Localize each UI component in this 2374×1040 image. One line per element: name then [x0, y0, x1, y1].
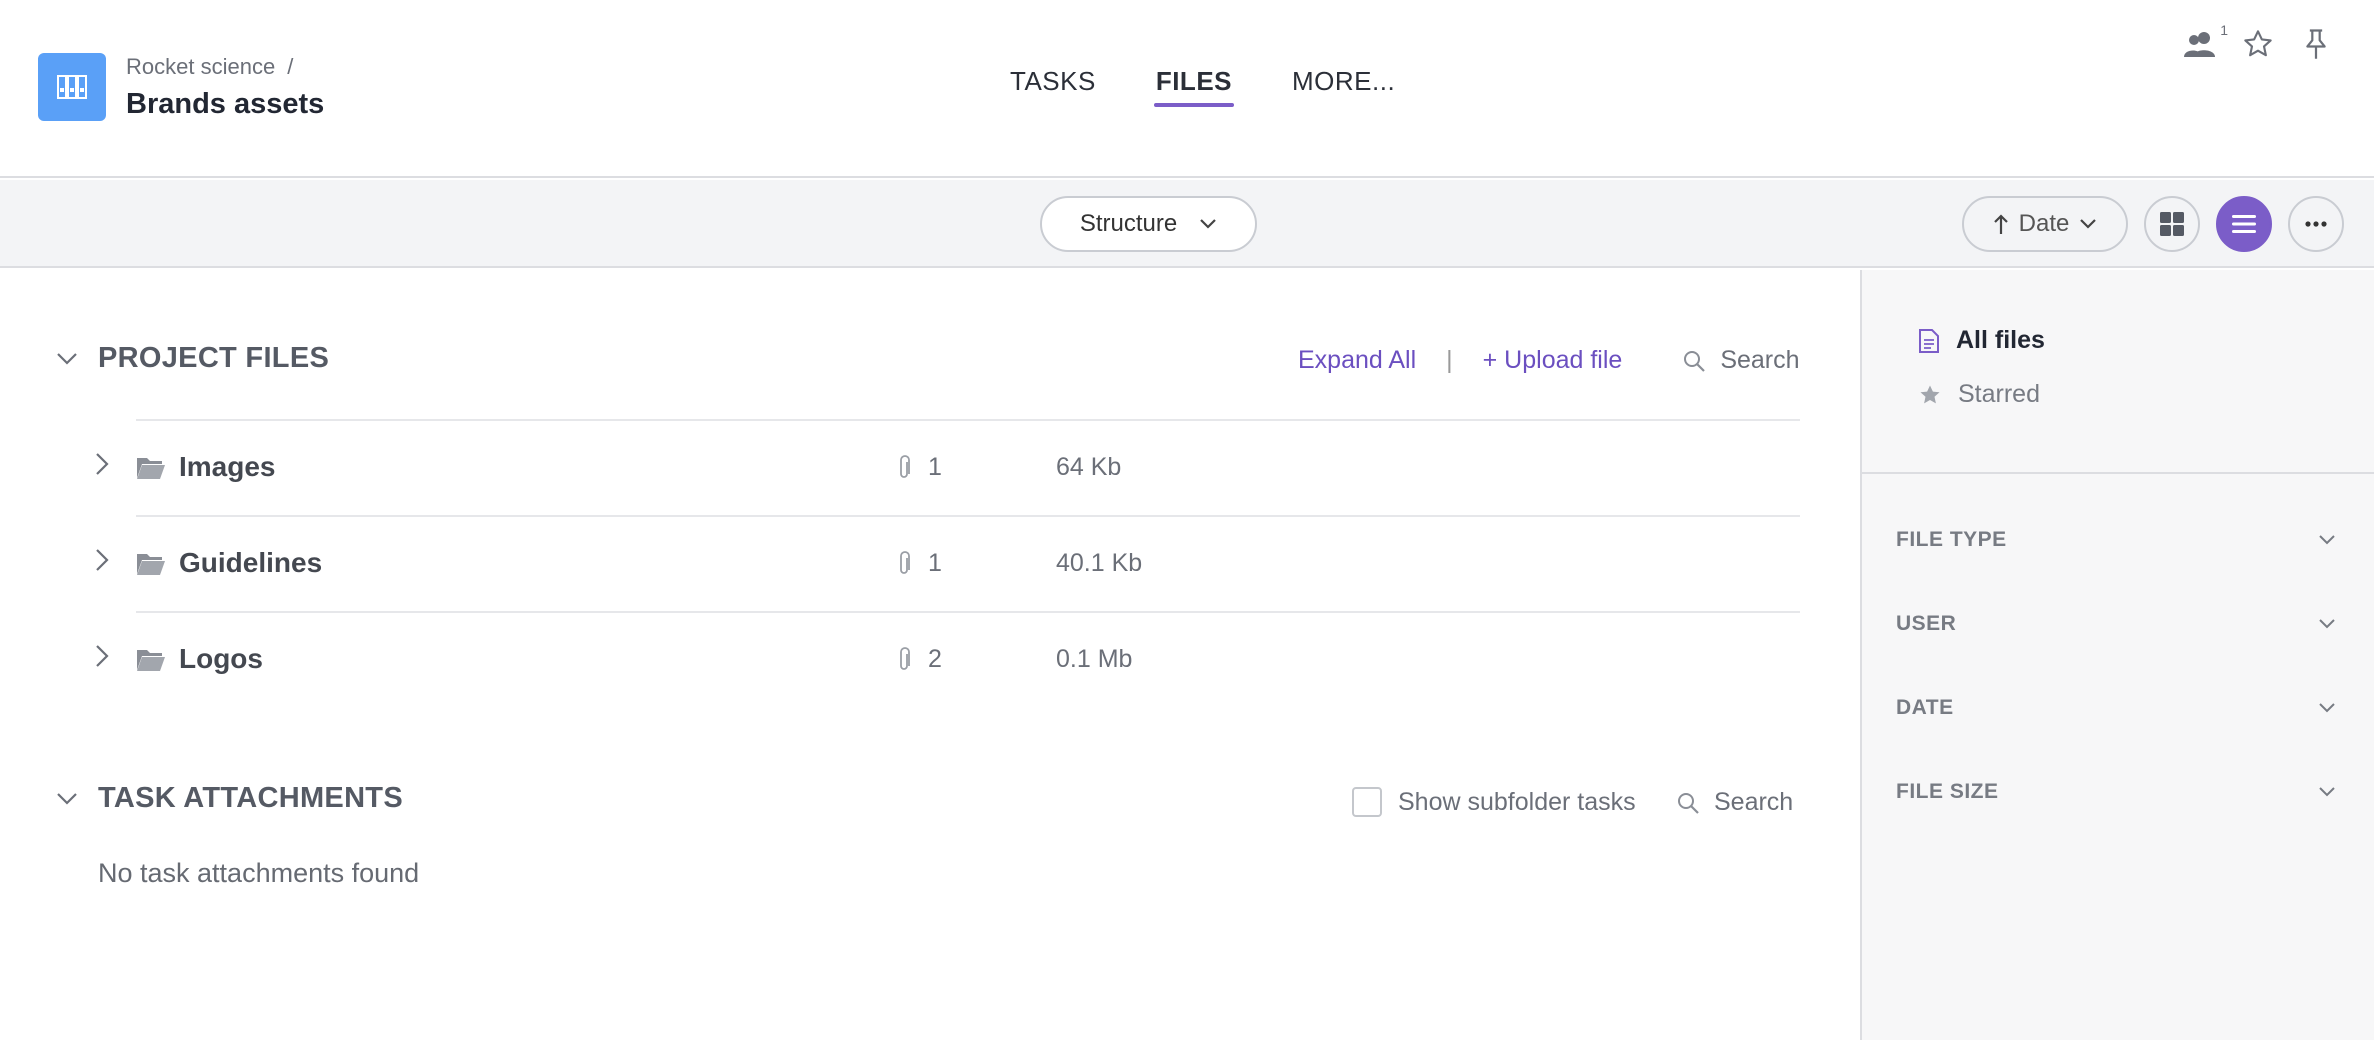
- show-subfolder-label: Show subfolder tasks: [1398, 787, 1636, 816]
- tab-more[interactable]: MORE...: [1292, 66, 1395, 107]
- list-icon: [2232, 215, 2256, 233]
- arrow-up-icon: [1993, 214, 2008, 234]
- binders-icon: [57, 75, 87, 99]
- chevron-right-icon[interactable]: [94, 547, 110, 573]
- all-files-item[interactable]: All files: [1918, 326, 2045, 355]
- chevron-down-icon: [2319, 787, 2335, 797]
- chevron-down-icon: [2319, 703, 2335, 713]
- filter-date[interactable]: DATE: [1896, 696, 2336, 720]
- pin-button[interactable]: [2298, 26, 2334, 62]
- breadcrumb-separator: /: [287, 54, 294, 79]
- filter-label: FILE TYPE: [1896, 528, 2007, 551]
- tab-files[interactable]: FILES: [1153, 66, 1235, 107]
- folder-open-icon: [137, 554, 165, 575]
- header: Rocket science / Brands assets TASKS FIL…: [0, 0, 2374, 178]
- starred-item[interactable]: Starred: [1918, 380, 2040, 409]
- tab-tasks[interactable]: TASKS: [1010, 66, 1096, 107]
- chevron-down-icon: [2319, 535, 2335, 545]
- grid-icon: [2160, 212, 2184, 236]
- filter-label: USER: [1896, 612, 1957, 635]
- task-attachments-title: TASK ATTACHMENTS: [98, 782, 403, 814]
- ellipsis-icon: [2305, 221, 2327, 227]
- folder-open-icon: [137, 458, 165, 479]
- filter-file-type[interactable]: FILE TYPE: [1896, 528, 2336, 552]
- show-subfolder-toggle[interactable]: Show subfolder tasks: [1352, 787, 1636, 817]
- project-files-title: PROJECT FILES: [98, 342, 330, 374]
- search-label: Search: [1714, 788, 1794, 816]
- project-files-header[interactable]: PROJECT FILES: [56, 342, 329, 375]
- chevron-right-icon[interactable]: [94, 643, 110, 669]
- sort-label: Date: [2018, 210, 2070, 237]
- more-options-button[interactable]: [2288, 196, 2344, 252]
- project-icon[interactable]: [38, 53, 106, 121]
- star-outline-icon: [2244, 30, 2272, 57]
- paperclip-icon: [900, 455, 910, 478]
- chevron-right-icon[interactable]: [94, 451, 110, 477]
- attachment-count: 1: [928, 549, 942, 577]
- document-icon: [1919, 328, 1939, 353]
- page-title: Brands assets: [126, 88, 325, 120]
- chevron-down-icon: [1200, 219, 1216, 229]
- structure-label: Structure: [1079, 210, 1178, 237]
- folder-name[interactable]: Guidelines: [179, 547, 322, 579]
- tab-bar: TASKS FILES MORE...: [1010, 66, 1395, 107]
- sort-dropdown[interactable]: Date: [1962, 196, 2128, 252]
- folder-size: 0.1 Mb: [1056, 645, 1133, 673]
- folder-row-guidelines[interactable]: Guidelines 1 40.1 Kb: [96, 515, 1800, 611]
- chevron-down-icon: [57, 792, 77, 805]
- folder-size: 40.1 Kb: [1056, 549, 1143, 577]
- filter-label: DATE: [1896, 696, 1954, 719]
- members-button[interactable]: 1: [2182, 22, 2228, 62]
- actions-separator: |: [1446, 346, 1453, 374]
- members-count: 1: [2220, 22, 2228, 38]
- expand-all-link[interactable]: Expand All: [1298, 346, 1416, 375]
- empty-attachments-message: No task attachments found: [98, 858, 420, 888]
- task-attachments-header[interactable]: TASK ATTACHMENTS: [56, 782, 403, 815]
- search-label: Search: [1720, 346, 1800, 374]
- star-icon: [1920, 385, 1940, 403]
- folder-name[interactable]: Images: [179, 451, 276, 483]
- paperclip-icon: [900, 647, 910, 670]
- folder-row-logos[interactable]: Logos 2 0.1 Mb: [96, 611, 1800, 707]
- upload-file-link[interactable]: + Upload file: [1483, 346, 1623, 375]
- pin-icon: [2306, 29, 2326, 59]
- members-icon: [2184, 32, 2215, 57]
- paperclip-icon: [900, 551, 910, 574]
- show-subfolder-checkbox[interactable]: [1352, 787, 1382, 817]
- folder-open-icon: [137, 650, 165, 671]
- files-main: PROJECT FILES Expand All | + Upload file…: [0, 270, 1860, 1040]
- attachment-count: 1: [928, 453, 942, 481]
- project-files-actions: Expand All | + Upload file Search: [1298, 346, 1800, 375]
- chevron-down-icon: [2080, 219, 2097, 229]
- folder-size: 64 Kb: [1056, 453, 1122, 481]
- files-toolbar: Structure Date: [0, 180, 2374, 268]
- task-attachments-search[interactable]: Search: [1676, 788, 1793, 817]
- filter-label: FILE SIZE: [1896, 780, 1999, 803]
- folder-row-images[interactable]: Images 1 64 Kb: [96, 419, 1800, 515]
- list-view-button[interactable]: [2216, 196, 2272, 252]
- attachment-count: 2: [928, 645, 942, 673]
- all-files-label: All files: [1956, 326, 2045, 354]
- starred-label: Starred: [1958, 380, 2040, 408]
- structure-dropdown[interactable]: Structure: [1040, 196, 1257, 252]
- breadcrumb-parent[interactable]: Rocket science: [126, 54, 275, 80]
- filter-file-size[interactable]: FILE SIZE: [1896, 780, 2336, 804]
- folder-name[interactable]: Logos: [179, 643, 263, 675]
- chevron-down-icon: [2319, 619, 2335, 629]
- star-project-button[interactable]: [2240, 26, 2276, 62]
- sidebar-divider: [1862, 472, 2374, 474]
- grid-view-button[interactable]: [2144, 196, 2200, 252]
- search-icon: [1684, 350, 1706, 372]
- search-icon: [1678, 792, 1699, 814]
- filter-user[interactable]: USER: [1896, 612, 2336, 636]
- breadcrumb: Rocket science /: [126, 54, 293, 80]
- chevron-down-icon: [57, 352, 77, 365]
- project-files-search[interactable]: Search: [1682, 346, 1800, 375]
- header-actions: 1: [2182, 22, 2334, 62]
- filter-sidebar: All files Starred FILE TYPE USER DATE FI…: [1862, 270, 2374, 1040]
